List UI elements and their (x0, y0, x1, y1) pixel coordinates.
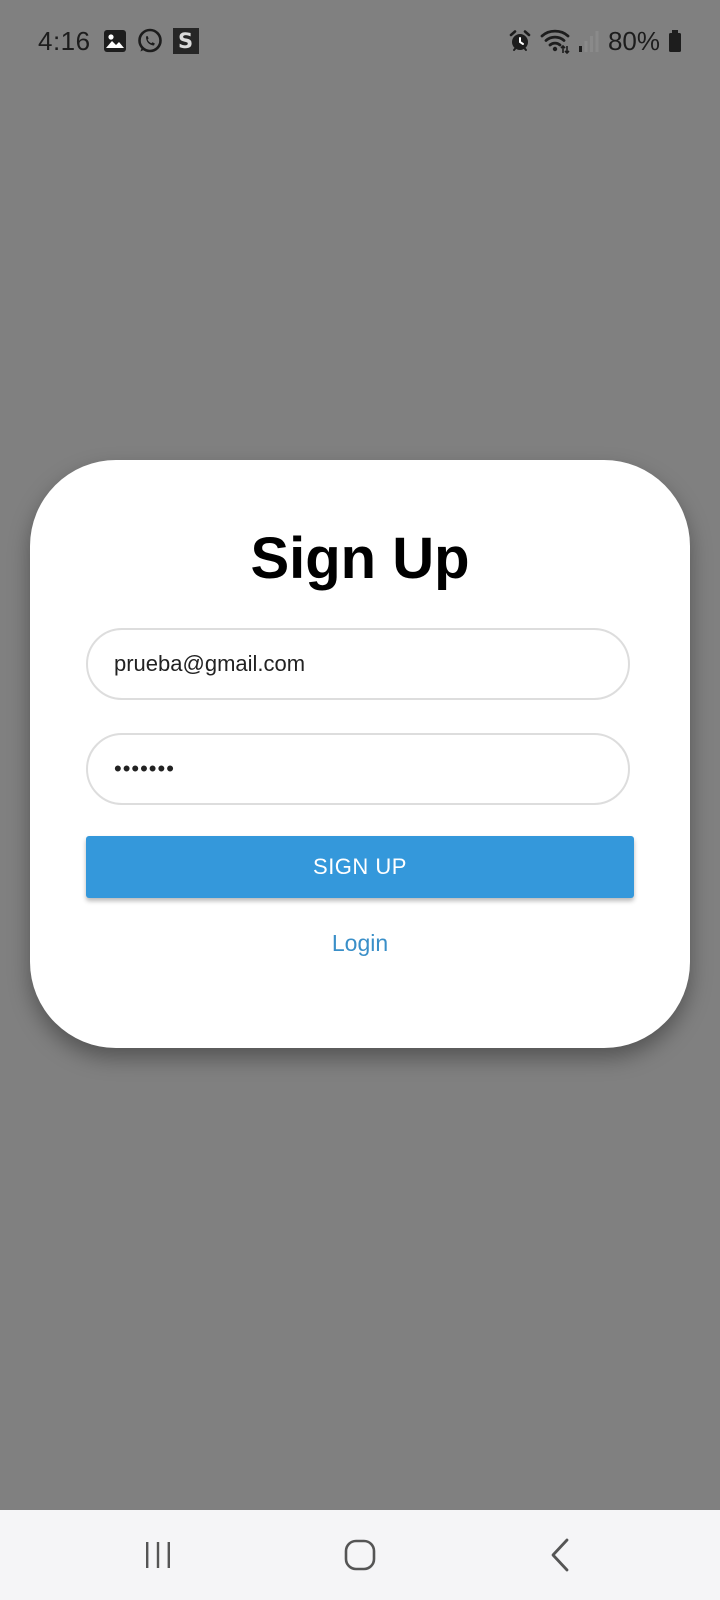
gallery-icon (103, 29, 127, 53)
back-button[interactable] (500, 1510, 620, 1600)
battery-icon (668, 29, 682, 53)
back-icon (548, 1538, 572, 1572)
whatsapp-icon (137, 28, 163, 54)
home-button[interactable] (300, 1510, 420, 1600)
signal-icon (578, 29, 600, 53)
status-bar-right: 80% (508, 24, 682, 58)
battery-percentage: 80% (607, 25, 660, 56)
home-icon (344, 1539, 376, 1571)
s-app-icon: S (172, 28, 199, 54)
navigation-bar (0, 1510, 720, 1600)
email-field[interactable] (86, 628, 630, 700)
page-title: Sign Up (250, 526, 470, 591)
signup-button[interactable]: SIGN UP (86, 836, 634, 898)
status-bar-left: 4:16 S (38, 24, 199, 58)
recents-button[interactable] (98, 1510, 218, 1600)
alarm-icon (508, 29, 532, 53)
login-link[interactable]: Login (30, 930, 690, 957)
password-field[interactable] (86, 733, 630, 805)
recents-icon (143, 1540, 173, 1570)
status-time: 4:16 (38, 25, 91, 56)
wifi-icon (540, 28, 570, 54)
signup-card: Sign Up SIGN UP Login (30, 460, 690, 1048)
status-bar: 4:16 S 80% (0, 0, 720, 80)
